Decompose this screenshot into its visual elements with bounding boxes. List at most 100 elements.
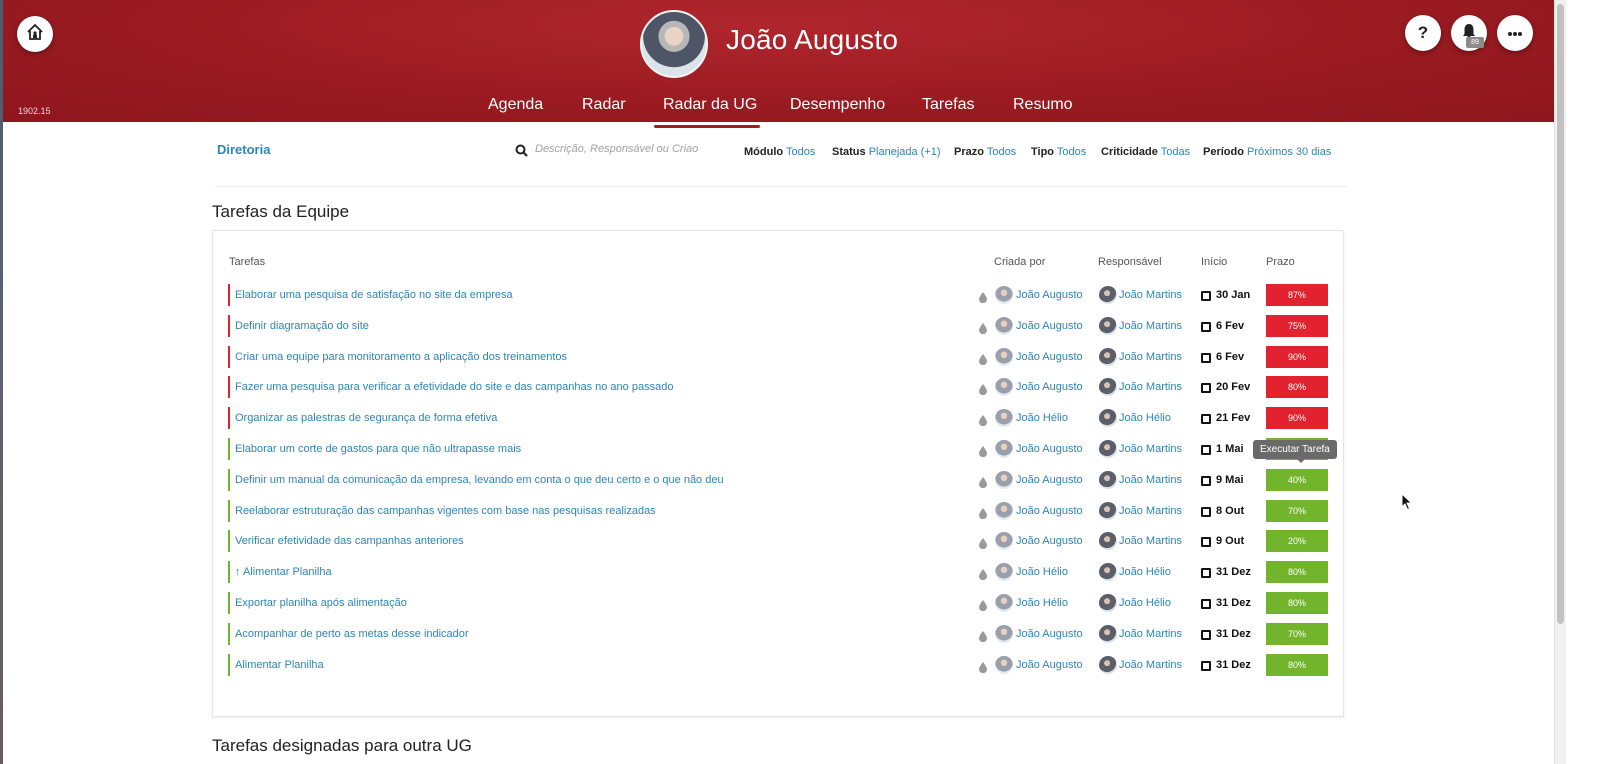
deadline-progress[interactable]: 80% <box>1266 654 1328 676</box>
nav-tab-resumo[interactable]: Resumo <box>1013 96 1073 114</box>
status-bar <box>228 438 230 460</box>
checkbox-icon[interactable] <box>1201 322 1211 332</box>
table-row[interactable]: Verificar efetividade das campanhas ante… <box>213 530 1345 554</box>
responsible-link[interactable]: João Martins <box>1119 505 1182 517</box>
created-by-link[interactable]: João Augusto <box>1016 443 1083 455</box>
task-link[interactable]: ↑ Alimentar Planilha <box>235 566 332 578</box>
created-by-link[interactable]: João Augusto <box>1016 659 1083 671</box>
deadline-progress[interactable]: 80% <box>1266 561 1328 583</box>
responsible-link[interactable]: João Martins <box>1119 474 1182 486</box>
filter-modulo[interactable]: Módulo Todos <box>744 146 815 158</box>
filter-tipo[interactable]: Tipo Todos <box>1031 146 1086 158</box>
deadline-progress[interactable]: 70% <box>1266 623 1328 645</box>
created-by-link[interactable]: João Augusto <box>1016 535 1083 547</box>
column-header-tasks: Tarefas <box>229 256 266 268</box>
responsible-link[interactable]: João Martins <box>1119 659 1182 671</box>
deadline-progress[interactable]: 80% <box>1266 376 1328 398</box>
responsible-link[interactable]: João Martins <box>1119 320 1182 332</box>
nav-tab-radar-da-ug[interactable]: Radar da UG <box>663 96 757 114</box>
responsible-link[interactable]: João Martins <box>1119 351 1182 363</box>
table-row[interactable]: Elaborar um corte de gastos para que não… <box>213 438 1345 462</box>
deadline-progress[interactable]: 20% <box>1266 530 1328 552</box>
table-row[interactable]: Exportar planilha após alimentação João H… <box>213 592 1345 616</box>
scope-selector[interactable]: Diretoria <box>217 142 270 157</box>
created-by-link[interactable]: João Augusto <box>1016 381 1083 393</box>
created-by-link[interactable]: João Augusto <box>1016 320 1083 332</box>
scrollbar-thumb[interactable] <box>1557 4 1564 624</box>
checkbox-icon[interactable] <box>1201 630 1211 640</box>
filter-criticidade[interactable]: Criticidade Todas <box>1101 146 1190 158</box>
home-button[interactable] <box>17 16 53 52</box>
responsible-link[interactable]: João Martins <box>1119 381 1182 393</box>
responsible-link[interactable]: João Hélio <box>1119 597 1171 609</box>
vertical-scrollbar[interactable] <box>1554 0 1566 764</box>
checkbox-icon[interactable] <box>1201 291 1211 301</box>
table-row[interactable]: Elaborar uma pesquisa de satisfação no s… <box>213 284 1345 308</box>
deadline-progress[interactable]: 40% <box>1266 469 1328 491</box>
task-link[interactable]: Organizar as palestras de segurança de f… <box>235 412 497 424</box>
table-row[interactable]: Fazer uma pesquisa para verificar a efet… <box>213 376 1345 400</box>
created-by-link[interactable]: João Hélio <box>1016 412 1068 424</box>
created-by-link[interactable]: João Augusto <box>1016 628 1083 640</box>
task-link[interactable]: Definir diagramação do site <box>235 320 369 332</box>
checkbox-icon[interactable] <box>1201 661 1211 671</box>
task-link[interactable]: Reelaborar estruturação das campanhas vi… <box>235 505 656 517</box>
table-row[interactable]: Definir um manual da comunicação da empr… <box>213 469 1345 493</box>
created-by-link[interactable]: João Hélio <box>1016 597 1068 609</box>
responsible-link[interactable]: João Hélio <box>1119 566 1171 578</box>
deadline-progress[interactable]: 70% <box>1266 500 1328 522</box>
task-link[interactable]: Verificar efetividade das campanhas ante… <box>235 535 464 547</box>
checkbox-icon[interactable] <box>1201 414 1211 424</box>
checkbox-icon[interactable] <box>1201 353 1211 363</box>
help-button[interactable]: ? <box>1405 15 1441 51</box>
checkbox-icon[interactable] <box>1201 599 1211 609</box>
nav-tab-radar[interactable]: Radar <box>582 96 626 114</box>
checkbox-icon[interactable] <box>1201 476 1211 486</box>
filter-prazo[interactable]: Prazo Todos <box>954 146 1016 158</box>
checkbox-icon[interactable] <box>1201 383 1211 393</box>
checkbox-icon[interactable] <box>1201 537 1211 547</box>
task-link[interactable]: Exportar planilha após alimentação <box>235 597 407 609</box>
search-input[interactable] <box>535 143 715 155</box>
user-avatar[interactable] <box>640 10 708 78</box>
responsible-link[interactable]: João Martins <box>1119 628 1182 640</box>
table-row[interactable]: Alimentar Planilha João Augusto João Marti… <box>213 654 1345 678</box>
filter-periodo[interactable]: Período Próximos 30 dias <box>1203 146 1331 158</box>
start-date: 6 Fev <box>1216 320 1245 332</box>
responsible-link[interactable]: João Hélio <box>1119 412 1171 424</box>
checkbox-icon[interactable] <box>1201 507 1211 517</box>
table-row[interactable]: Reelaborar estruturação das campanhas vi… <box>213 500 1345 524</box>
responsible-link[interactable]: João Martins <box>1119 289 1182 301</box>
table-row[interactable]: Criar uma equipe para monitoramento a ap… <box>213 346 1345 370</box>
created-by-link[interactable]: João Augusto <box>1016 505 1083 517</box>
created-by-link[interactable]: João Augusto <box>1016 351 1083 363</box>
created-by-link[interactable]: João Augusto <box>1016 289 1083 301</box>
deadline-progress[interactable]: 90% <box>1266 346 1328 368</box>
more-options-button[interactable] <box>1497 15 1533 51</box>
table-row[interactable]: Acompanhar de perto as metas desse indic… <box>213 623 1345 647</box>
checkbox-icon[interactable] <box>1201 445 1211 455</box>
table-row[interactable]: Definir diagramação do site João Augusto J… <box>213 315 1345 339</box>
created-by-link[interactable]: João Hélio <box>1016 566 1068 578</box>
filter-status[interactable]: Status Planejada (+1) <box>832 146 941 158</box>
task-link[interactable]: Fazer uma pesquisa para verificar a efet… <box>235 381 673 393</box>
deadline-progress[interactable]: 75% <box>1266 315 1328 337</box>
responsible-link[interactable]: João Martins <box>1119 443 1182 455</box>
task-link[interactable]: Elaborar um corte de gastos para que não… <box>235 443 521 455</box>
task-link[interactable]: Criar uma equipe para monitoramento a ap… <box>235 351 567 363</box>
nav-tab-desempenho[interactable]: Desempenho <box>790 96 885 114</box>
task-link[interactable]: Definir um manual da comunicação da empr… <box>235 474 724 486</box>
deadline-progress[interactable]: 87% <box>1266 284 1328 306</box>
created-by-link[interactable]: João Augusto <box>1016 474 1083 486</box>
deadline-progress[interactable]: 90% <box>1266 407 1328 429</box>
checkbox-icon[interactable] <box>1201 568 1211 578</box>
task-link[interactable]: Elaborar uma pesquisa de satisfação no s… <box>235 289 513 301</box>
task-link[interactable]: Acompanhar de perto as metas desse indic… <box>235 628 469 640</box>
deadline-progress[interactable]: 80% <box>1266 592 1328 614</box>
nav-tab-tarefas[interactable]: Tarefas <box>922 96 974 114</box>
nav-tab-agenda[interactable]: Agenda <box>488 96 543 114</box>
table-row[interactable]: ↑ Alimentar Planilha João Hélio João Hélio… <box>213 561 1345 585</box>
task-link[interactable]: Alimentar Planilha <box>235 659 324 671</box>
responsible-link[interactable]: João Martins <box>1119 535 1182 547</box>
table-row[interactable]: Organizar as palestras de segurança de f… <box>213 407 1345 431</box>
